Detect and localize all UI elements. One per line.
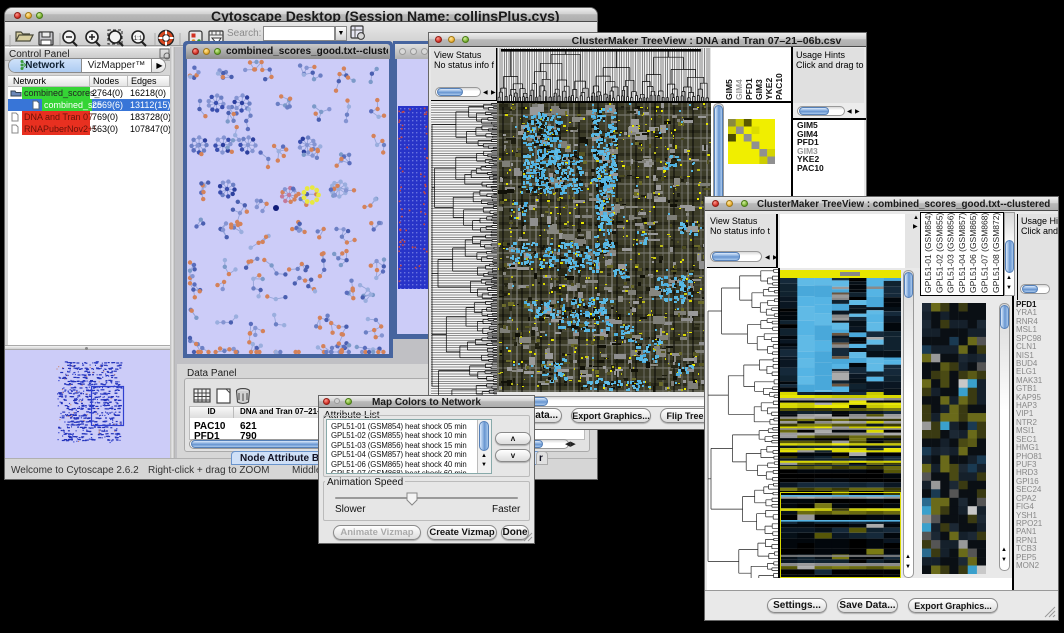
svg-text:GPL51-07 (GSM868): GPL51-07 (GSM868) — [980, 213, 990, 293]
svg-text:GIM3: GIM3 — [754, 79, 764, 100]
svg-text:GPL51-08 (GSM872): GPL51-08 (GSM872) — [991, 213, 1001, 293]
svg-text:GPL51-02 (GSM855): GPL51-02 (GSM855) — [934, 213, 944, 293]
svg-text:GPL51-06 (GSM865): GPL51-06 (GSM865) — [968, 213, 978, 293]
svg-text:GIM4: GIM4 — [734, 79, 744, 100]
svg-text:GPL51-03 (GSM856): GPL51-03 (GSM856) — [946, 213, 956, 293]
svg-text:YKE2: YKE2 — [764, 78, 774, 100]
svg-text:GPL51-01 (GSM854): GPL51-01 (GSM854) — [923, 213, 933, 293]
svg-text:1:1: 1:1 — [134, 36, 143, 42]
svg-text:GIM5: GIM5 — [724, 79, 734, 100]
svg-text:PAC10: PAC10 — [774, 73, 784, 100]
svg-text:GPL51-04 (GSM857): GPL51-04 (GSM857) — [957, 213, 967, 293]
svg-text:PFD1: PFD1 — [744, 78, 754, 100]
